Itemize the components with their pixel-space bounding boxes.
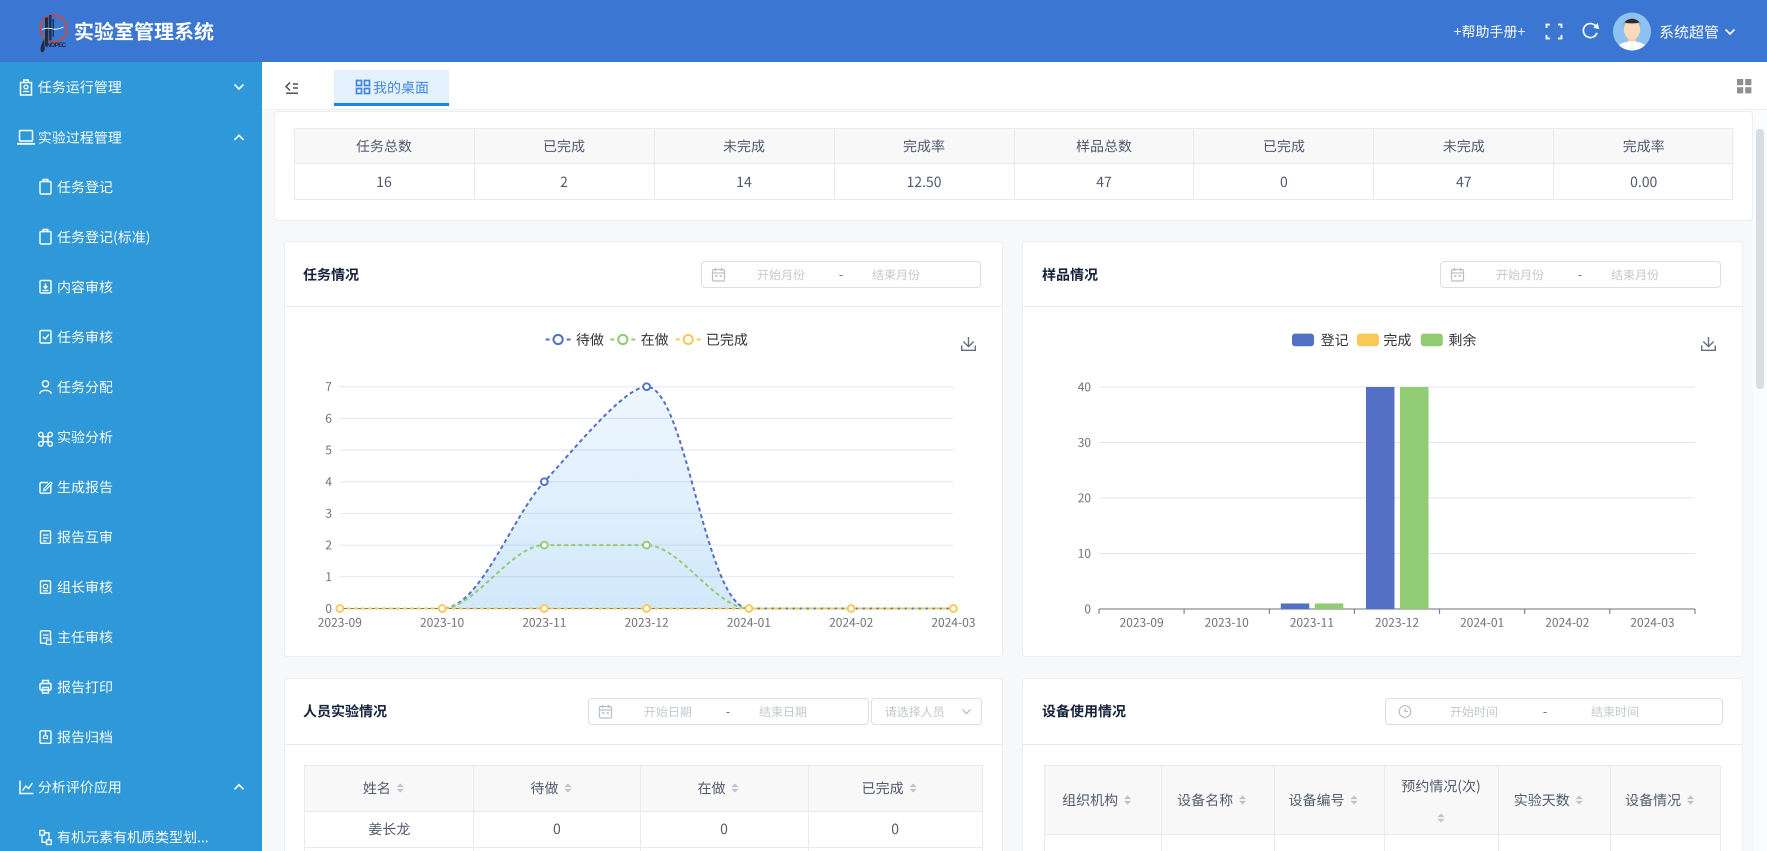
svg-text:INOPEC: INOPEC [45, 42, 66, 49]
